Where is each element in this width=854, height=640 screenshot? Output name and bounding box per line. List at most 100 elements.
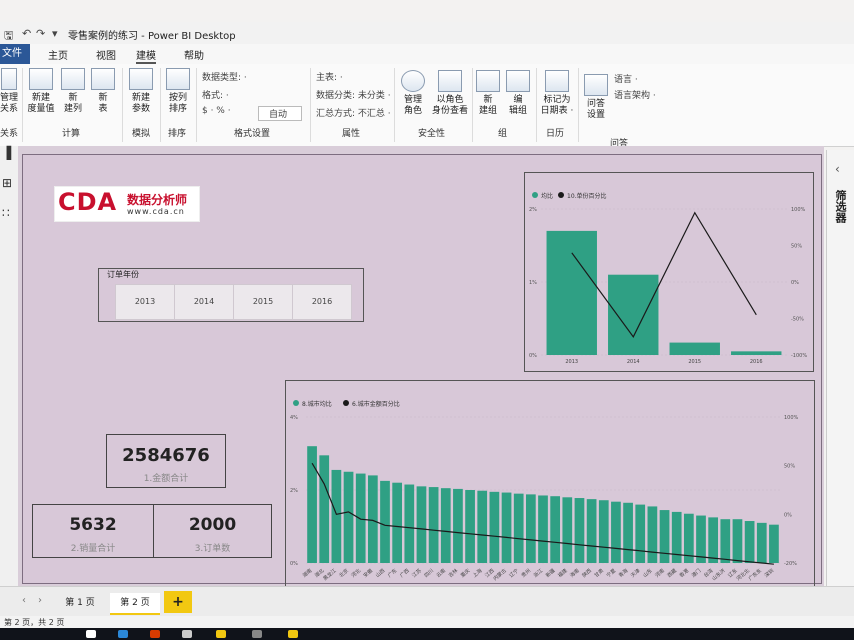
windows-taskbar xyxy=(0,628,854,640)
page-tab-1[interactable]: 第 1 页 xyxy=(58,593,102,613)
data-type-dropdown[interactable]: 数据类型: · xyxy=(202,70,247,83)
order-count-card[interactable]: 2000 3.订单数 xyxy=(153,504,272,558)
sales-amount-card[interactable]: 2584676 1.金额合计 xyxy=(106,434,226,488)
qa-setup-button[interactable]: 问答 设置 xyxy=(582,74,610,121)
city-chart-svg: 8.城市均比 6.城市金额百分比4%2%0%100%50%0%-20%湖南 湖北黑龙… xyxy=(290,400,799,582)
bar xyxy=(731,351,782,355)
tab-view[interactable]: 视图 xyxy=(96,47,116,62)
mark-as-date-table-button[interactable]: 标记为 日期表 · xyxy=(538,70,576,117)
card-value: 2000 xyxy=(188,515,237,535)
data-category-dropdown[interactable]: 数据分类: 未分类 · xyxy=(316,88,391,101)
currency-percent-buttons[interactable]: $ · % · xyxy=(202,106,231,116)
new-group-button[interactable]: 新 建组 xyxy=(476,70,500,117)
bar xyxy=(367,475,378,563)
bar xyxy=(647,506,658,563)
y2-tick-label: -20% xyxy=(784,561,797,567)
prev-page-icon[interactable]: ‹ xyxy=(22,595,26,606)
logo-text: 数据分析师 xyxy=(127,193,188,207)
bar xyxy=(416,486,427,563)
x-tick-label: 香港 xyxy=(678,567,690,579)
tab-help[interactable]: 帮助 xyxy=(184,47,204,62)
y2-tick-label: 100% xyxy=(784,415,799,421)
x-tick-label: 河南 xyxy=(654,567,666,579)
yearly-combo-chart[interactable]: 均比 10.单份百分比 2% 1% 0% 100% 50% 0% -50% -100% 2013 20… xyxy=(524,172,814,372)
bar xyxy=(611,501,621,563)
report-view-icon[interactable]: ▐ xyxy=(2,146,11,160)
bar xyxy=(440,488,451,563)
edit-group-button[interactable]: 编 辑组 xyxy=(506,70,530,117)
new-parameter-button[interactable]: 新建 参数 xyxy=(126,68,156,115)
linguistic-schema-dropdown[interactable]: 语言架构 · xyxy=(614,88,656,101)
legend-marker xyxy=(558,192,564,198)
y2-tick-label: 0% xyxy=(784,512,792,518)
sort-by-column-button[interactable]: 按列 排序 xyxy=(164,68,192,115)
app-icon[interactable] xyxy=(150,630,160,638)
card-label: 2.销量合计 xyxy=(70,544,116,554)
city-combo-chart[interactable]: 8.城市均比 6.城市金额百分比 4% 2% 0% 100% 50% 0% -20% 湖南 湖北 黑龙… xyxy=(285,380,815,592)
redo-icon[interactable]: ↷ xyxy=(36,27,45,40)
edit-group-icon xyxy=(506,70,530,92)
decimal-auto-input[interactable]: 自动 xyxy=(258,106,303,121)
manage-relationships-button[interactable]: 管理 关系 xyxy=(0,68,18,115)
bar xyxy=(608,274,659,355)
manage-roles-button[interactable]: 管理 角色 xyxy=(398,70,428,117)
language-dropdown[interactable]: 语言 · xyxy=(614,72,638,85)
legend-marker xyxy=(532,192,538,198)
app-icon[interactable] xyxy=(182,630,192,638)
app-icon[interactable] xyxy=(252,630,262,638)
slicer-item-2016[interactable]: 2016 xyxy=(292,284,352,320)
windows-start-icon[interactable] xyxy=(86,630,96,638)
x-tick-label: 辽宁 xyxy=(508,567,520,579)
x-tick-label: 广东 xyxy=(386,567,398,579)
filters-pane[interactable]: ‹ 筛选器 xyxy=(826,150,854,590)
tab-file[interactable]: 文件 xyxy=(0,44,30,64)
edge-icon[interactable] xyxy=(118,630,128,638)
page-tab-2[interactable]: 第 2 页 xyxy=(110,593,160,615)
tab-modeling[interactable]: 建模 xyxy=(136,47,156,64)
x-tick-label: 澳门 xyxy=(690,567,702,579)
model-view-icon[interactable]: ∷ xyxy=(2,206,10,220)
page-status: 第 2 页，共 2 页 xyxy=(4,618,65,627)
x-tick-label: 天津 xyxy=(629,567,641,579)
slicer-item-2013[interactable]: 2013 xyxy=(115,284,175,320)
powerbi-icon[interactable] xyxy=(288,630,298,638)
x-tick-label: 新疆 xyxy=(544,567,556,579)
add-page-button[interactable]: + xyxy=(164,591,192,613)
y2-tick-label: -100% xyxy=(791,353,807,359)
logo-url: www.cda.cn xyxy=(127,207,185,216)
group-groups: 组 xyxy=(498,129,508,139)
slicer-item-2014[interactable]: 2014 xyxy=(174,284,234,320)
tab-home[interactable]: 主页 xyxy=(48,47,68,62)
bar xyxy=(732,519,743,563)
data-view-icon[interactable]: ⊞ xyxy=(2,176,12,190)
quick-access-dropdown-icon[interactable]: ▾ xyxy=(52,27,58,40)
x-tick-label: 浙江 xyxy=(532,567,544,579)
new-measure-button[interactable]: 新建 度量值 xyxy=(26,68,56,115)
x-tick-label: 贵州 xyxy=(520,567,532,579)
bar xyxy=(550,496,561,563)
bar xyxy=(586,499,597,563)
chevron-left-icon[interactable]: ‹ xyxy=(835,162,840,176)
view-as-roles-button[interactable]: 以角色 身份查看 xyxy=(432,70,468,117)
home-table-dropdown[interactable]: 主表: · xyxy=(316,70,343,83)
legend-marker xyxy=(343,400,349,406)
bar xyxy=(331,469,342,563)
group-security: 安全性 xyxy=(418,129,446,139)
legend-label: 6.城市金额百分比 xyxy=(352,400,400,408)
new-column-button[interactable]: 新 建列 xyxy=(60,68,86,115)
next-page-icon[interactable]: › xyxy=(38,595,42,606)
undo-icon[interactable]: ↶ xyxy=(22,27,31,40)
sales-qty-card[interactable]: 5632 2.销量合计 xyxy=(32,504,154,558)
group-formatting: 格式设置 xyxy=(234,129,271,139)
new-table-button[interactable]: 新 表 xyxy=(90,68,116,115)
magnifier-user-icon xyxy=(438,70,462,92)
x-tick-label: 河北 xyxy=(350,567,362,579)
format-dropdown[interactable]: 格式: · xyxy=(202,88,229,101)
page-tabs-bar: ‹ › 第 1 页 第 2 页 + xyxy=(0,586,854,617)
slicer-item-2015[interactable]: 2015 xyxy=(233,284,293,320)
powerbi-window: 🖫 ↶ ↷ ▾ 零售案例的练习 - Power BI Desktop 文件 主页… xyxy=(0,0,854,640)
ribbon-tabs: 文件 主页 视图 建模 帮助 xyxy=(0,44,854,64)
bar xyxy=(465,490,475,563)
summarize-by-dropdown[interactable]: 汇总方式: 不汇总 · xyxy=(316,106,391,119)
explorer-icon[interactable] xyxy=(216,630,226,638)
